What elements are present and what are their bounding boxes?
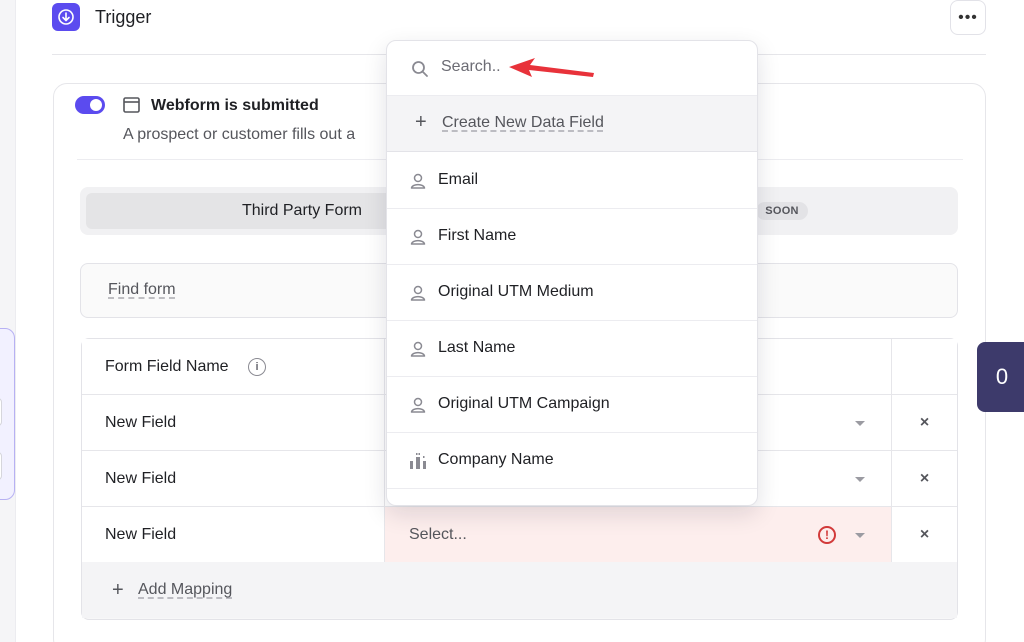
- trigger-description: A prospect or customer fills out a: [123, 126, 356, 143]
- trigger-icon: [52, 3, 80, 31]
- select-placeholder: Select...: [409, 526, 467, 543]
- dropdown-item-label: Email: [438, 171, 479, 188]
- left-panel-control[interactable]: [0, 452, 2, 480]
- dropdown-item-original-utm-medium[interactable]: Original UTM Medium: [387, 265, 757, 321]
- dropdown-item-company-name[interactable]: Company Name: [387, 433, 757, 489]
- column-header-form-field-name: Form Field Name: [105, 358, 229, 375]
- add-mapping-label: Add Mapping: [138, 581, 233, 598]
- left-panel-card[interactable]: [0, 328, 15, 500]
- data-field-select[interactable]: Select... !: [384, 507, 891, 562]
- page: Trigger ••• Webform is submitted A prosp…: [0, 0, 1024, 642]
- person-icon: [410, 397, 426, 413]
- delete-row-button[interactable]: ×: [891, 507, 957, 562]
- left-panel-control[interactable]: [0, 398, 2, 426]
- browser-window-icon: [123, 97, 140, 113]
- person-icon: [410, 229, 426, 245]
- person-icon: [410, 173, 426, 189]
- trigger-title: Webform is submitted: [151, 97, 319, 114]
- column-header-actions: [891, 339, 957, 394]
- dropdown-item-label: Last Name: [438, 339, 516, 356]
- delete-row-button[interactable]: ×: [891, 451, 957, 506]
- soon-badge: SOON: [756, 202, 808, 220]
- chevron-down-icon: [855, 533, 865, 538]
- data-field-dropdown: + Create New Data Field Email First Name…: [386, 40, 758, 506]
- more-options-button[interactable]: •••: [950, 0, 986, 35]
- annotation-arrow-icon: [509, 58, 594, 77]
- person-icon: [410, 341, 426, 357]
- dropdown-item-last-name[interactable]: Last Name: [387, 321, 757, 377]
- form-field-name: New Field: [105, 526, 177, 543]
- chevron-down-icon: [855, 421, 865, 426]
- left-panel-edge: [0, 0, 16, 642]
- find-form-label[interactable]: Find form: [108, 281, 176, 299]
- form-field-name: New Field: [105, 414, 177, 431]
- chevron-down-icon: [855, 477, 865, 482]
- page-title: Trigger: [95, 7, 152, 27]
- delete-row-button[interactable]: ×: [891, 395, 957, 450]
- table-row: New Field Select... ! ×: [82, 507, 957, 563]
- create-new-data-field-label: Create New Data Field: [442, 114, 604, 131]
- form-field-name: New Field: [105, 470, 177, 487]
- create-new-data-field-button[interactable]: + Create New Data Field: [387, 96, 757, 152]
- counter-badge[interactable]: 0: [977, 342, 1024, 412]
- trigger-enabled-toggle[interactable]: [75, 96, 105, 114]
- dropdown-item-original-utm-campaign[interactable]: Original UTM Campaign: [387, 377, 757, 433]
- plus-icon: +: [112, 579, 124, 601]
- dropdown-item-label: Company Name: [438, 451, 554, 468]
- person-icon: [410, 285, 426, 301]
- dropdown-item-label: First Name: [438, 227, 517, 244]
- dropdown-item-first-name[interactable]: First Name: [387, 209, 757, 265]
- info-icon[interactable]: i: [248, 358, 266, 376]
- add-mapping-button[interactable]: + Add Mapping: [82, 562, 957, 618]
- dropdown-item-email[interactable]: Email: [387, 153, 757, 209]
- search-icon: [412, 61, 428, 77]
- building-icon: [410, 453, 426, 469]
- error-icon: !: [818, 526, 836, 544]
- dropdown-item-label: Original UTM Campaign: [438, 395, 610, 412]
- plus-icon: +: [415, 111, 427, 133]
- dropdown-item-label: Original UTM Medium: [438, 283, 594, 300]
